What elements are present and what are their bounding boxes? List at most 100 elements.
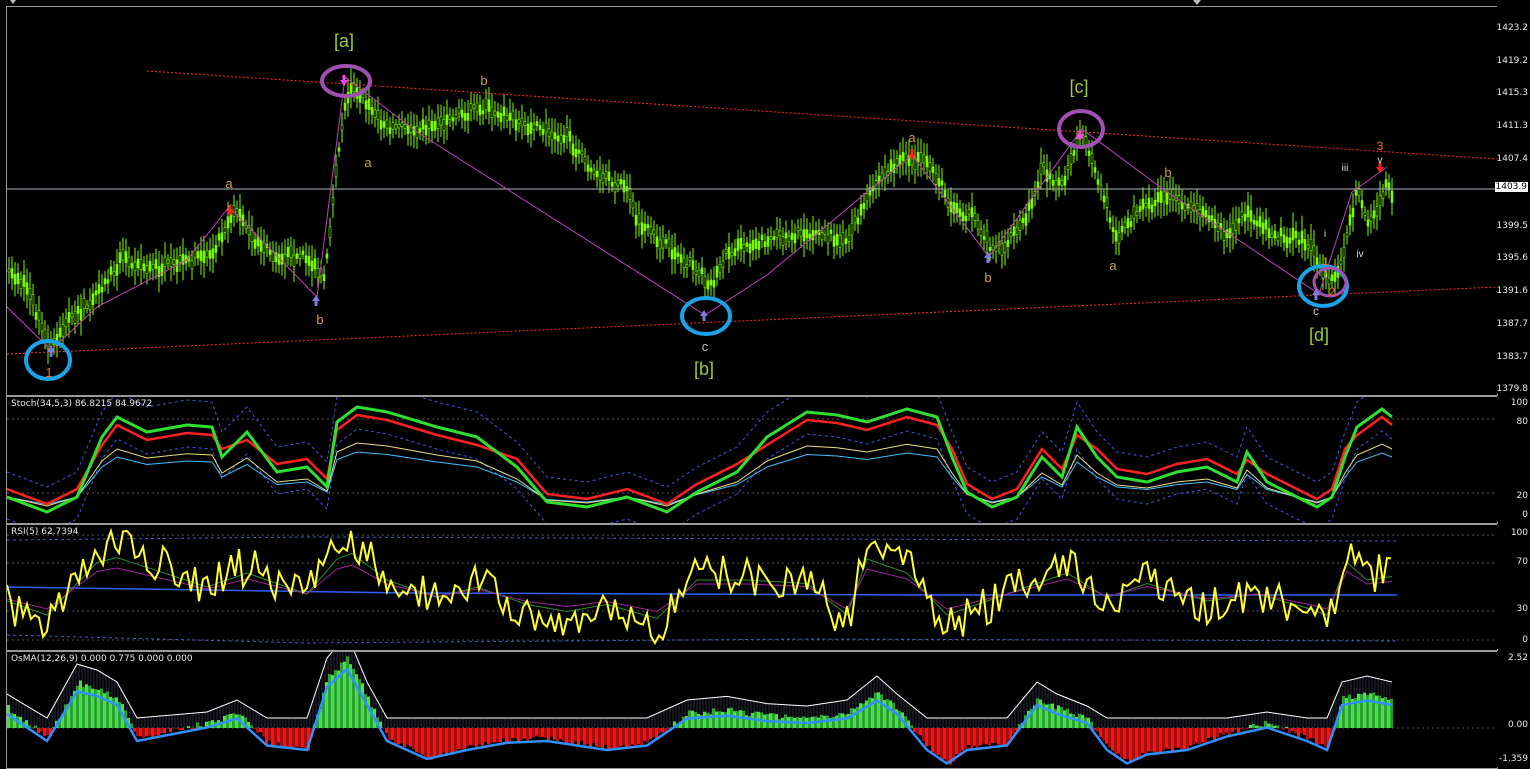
candle-body (223, 227, 227, 233)
candle-body (1348, 214, 1352, 226)
osma-bar (940, 728, 943, 761)
rsi-chart[interactable] (7, 525, 1497, 650)
candle-body (22, 274, 26, 287)
osma-bar (598, 728, 601, 747)
candle-body (520, 117, 524, 127)
candle-body (742, 244, 746, 252)
osma-bar (391, 728, 394, 740)
price-chart-pane[interactable]: [a] [b] [c] [d] a b a b c a b a b c 1 1 2 3 i iii iv v (6, 6, 1498, 396)
candle-body (850, 222, 854, 236)
candle-body (379, 120, 383, 130)
osma-bar (268, 728, 271, 741)
candle-body (805, 229, 809, 239)
candle-body (976, 220, 980, 230)
candle-body (1084, 136, 1088, 146)
stochastic-chart[interactable] (7, 397, 1497, 523)
candle-body (1003, 242, 1007, 253)
candle-body (1099, 184, 1103, 190)
candle-body (163, 256, 167, 267)
osma-bar (460, 728, 463, 750)
candle-body (76, 305, 80, 314)
candle-body (1030, 198, 1034, 209)
candle-body (1303, 239, 1307, 251)
osma-bar (1117, 728, 1120, 754)
osma-bar (715, 711, 718, 728)
osma-bar (868, 697, 871, 728)
osma-bar (442, 728, 445, 753)
candle-body (286, 246, 290, 258)
stochastic-label: Stoch(34,5,3) 86.8215 84.9672 (11, 399, 153, 409)
osma-bar (1201, 728, 1204, 743)
candle-body (1189, 201, 1193, 213)
osma-bar (1216, 728, 1219, 738)
candle-body (505, 115, 509, 121)
candle-body (103, 278, 107, 285)
osma-bar (850, 708, 853, 728)
osma-bar (79, 680, 82, 728)
stoch-tick: 100 (1510, 398, 1528, 408)
osma-bar (1168, 728, 1171, 750)
candle-body (700, 267, 704, 274)
candle-body (790, 232, 794, 240)
osma-bar (997, 728, 1000, 745)
candle-body (826, 234, 830, 244)
osma-bar (1210, 728, 1213, 737)
candle-body (391, 122, 395, 130)
candle-body (940, 180, 944, 186)
osma-bar (628, 728, 631, 748)
candle-body (793, 233, 797, 244)
candle-body (463, 113, 467, 121)
osma-bar (280, 728, 283, 747)
wave-label-big-c: [c] (1069, 77, 1088, 97)
candle-body (169, 257, 173, 267)
price-tick: 1383.7 (1496, 352, 1529, 362)
candle-body (964, 215, 968, 222)
osma-axis: 2.52 0.00 -1.359 (1497, 651, 1530, 767)
candle-body (202, 250, 206, 263)
candle-body (1153, 199, 1157, 207)
candle-body (445, 114, 449, 125)
candle-body (418, 128, 422, 133)
osma-bar (637, 728, 640, 745)
candle-body (1126, 217, 1130, 229)
stochastic-pane[interactable]: Stoch(34,5,3) 86.8215 84.9672 (6, 396, 1498, 524)
osma-bar (1072, 714, 1075, 728)
osma-bar (916, 728, 919, 735)
osma-bar (1138, 728, 1141, 759)
candle-body (325, 253, 329, 259)
osma-bar (1096, 728, 1099, 732)
candle-body (739, 237, 743, 250)
candle-body (607, 171, 611, 181)
osma-chart[interactable] (7, 652, 1497, 768)
rsi-pane[interactable]: RSI(5) 62.7394 (6, 524, 1498, 651)
candle-body (1042, 162, 1046, 168)
price-chart[interactable]: [a][b][c][d]ababcababc1123iiiiivv (7, 7, 1497, 395)
candle-body (331, 197, 335, 205)
candle-body (982, 236, 986, 240)
osma-bar (1219, 728, 1222, 734)
candle-body (259, 239, 263, 252)
osma-bar (133, 728, 136, 732)
wave-label: c (1313, 304, 1319, 318)
osma-bar (274, 728, 277, 747)
osma-bar (529, 728, 532, 739)
candle-body (1159, 190, 1163, 203)
candle-body (403, 124, 407, 129)
candle-body (133, 261, 137, 272)
candle-body (397, 123, 401, 129)
osma-bar (1306, 728, 1309, 740)
osma-bar (979, 728, 982, 746)
candle-body (1114, 230, 1118, 242)
wave-count-label: 1 (1322, 256, 1328, 268)
candle-body (1339, 259, 1343, 265)
stochastic-axis: 100 80 20 0 (1497, 396, 1530, 522)
osma-pane[interactable]: OsMA(12,26,9) 0.000 0.775 0.000 0.000 (6, 651, 1498, 769)
osma-bar (358, 679, 361, 728)
stoch-tick: 20 (1516, 491, 1528, 501)
osma-bar (1141, 728, 1144, 754)
osma-bar (1111, 728, 1114, 751)
osma-bar (115, 697, 118, 728)
candle-body (124, 251, 128, 263)
osma-bar (478, 728, 481, 745)
osma-bar (1060, 707, 1063, 728)
